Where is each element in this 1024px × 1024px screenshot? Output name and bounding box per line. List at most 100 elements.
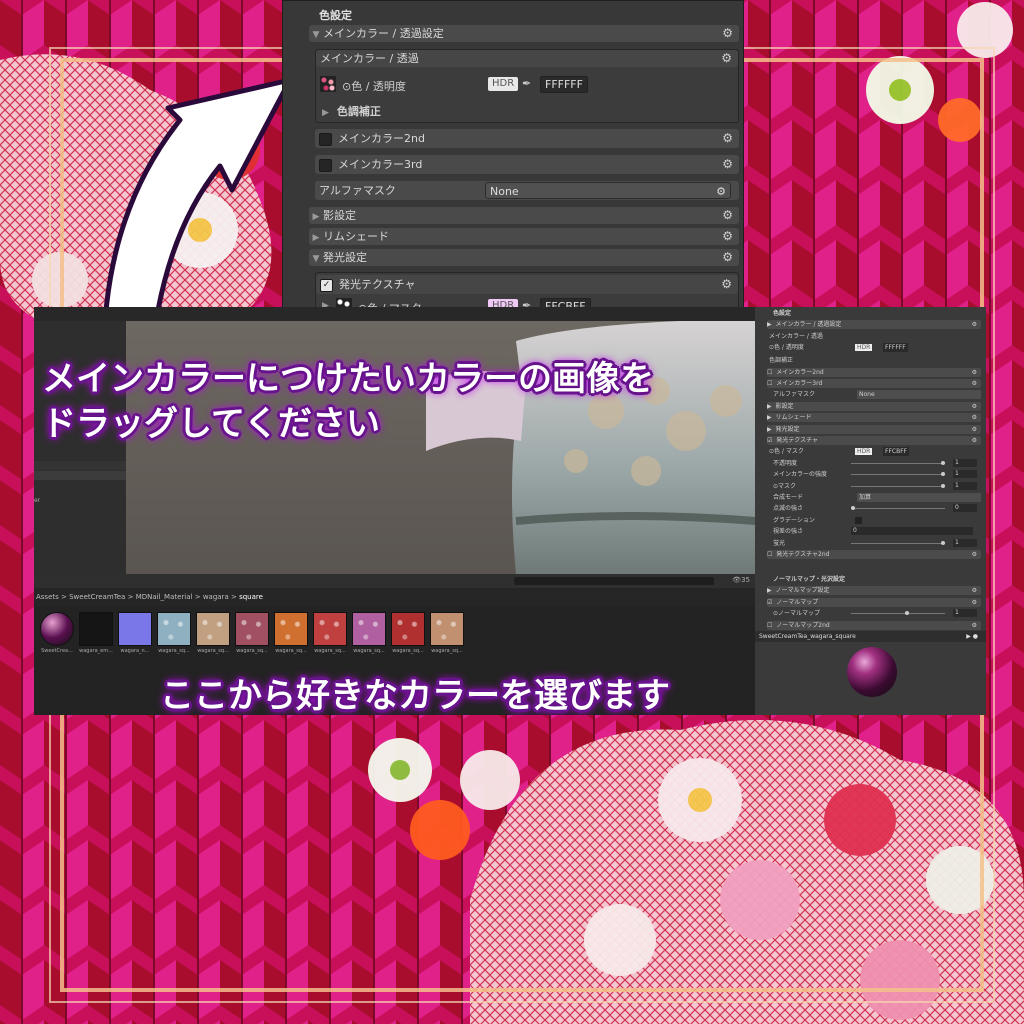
inspector-row[interactable]: ☑ 発光テクスチャ ⚙: [767, 436, 981, 445]
main-color-3rd-row[interactable]: メインカラー3rd ⚙: [315, 155, 739, 174]
inspector-row[interactable]: ☑ ノーマルマップ ⚙: [767, 597, 981, 607]
breadcrumb-item[interactable]: Assets: [36, 593, 59, 601]
slider-track[interactable]: [851, 611, 945, 616]
color-correction-row[interactable]: ▶ 色調補正: [322, 103, 381, 119]
inspector-row[interactable]: ☐ 発光テクスチャ2nd ⚙: [767, 550, 981, 559]
inspector-row[interactable]: ☐ メインカラー2nd ⚙: [767, 367, 981, 377]
inspector-row[interactable]: 点滅の強さ 0: [767, 504, 981, 513]
asset-thumbnail[interactable]: wagara_sq...: [313, 612, 347, 654]
inspector-row[interactable]: ▶ メインカラー / 透過設定 ⚙: [767, 320, 981, 330]
inspector-row[interactable]: 視差の強さ 0: [767, 527, 981, 536]
inspector-row[interactable]: メインカラー / 透過: [767, 332, 981, 341]
gear-icon[interactable]: ⚙: [972, 436, 977, 445]
hex-field[interactable]: FFFFFF: [883, 343, 908, 353]
material-preview-sphere[interactable]: [847, 647, 897, 697]
slider-knob[interactable]: [851, 506, 855, 511]
breadcrumb-item[interactable]: MDNail_Material: [136, 593, 193, 601]
emission-settings-header[interactable]: ▼ 発光設定 ⚙: [309, 249, 739, 266]
inspector-row[interactable]: ☐ ノーマルマップ2nd ⚙: [767, 620, 981, 630]
main-color-hex-field[interactable]: FFFFFF: [540, 76, 588, 93]
inspector-row[interactable]: グラデーション: [767, 516, 981, 525]
main-color-2nd-checkbox[interactable]: [319, 132, 332, 146]
slider-knob[interactable]: [941, 460, 945, 465]
hdr-color-swatch[interactable]: HDR: [855, 344, 873, 352]
gear-icon[interactable]: ⚙: [722, 25, 733, 42]
breadcrumb-item[interactable]: square: [239, 593, 263, 601]
main-color-3rd-checkbox[interactable]: [319, 158, 332, 172]
value-field[interactable]: 1: [953, 609, 977, 618]
gear-icon[interactable]: ⚙: [972, 368, 977, 377]
dropdown[interactable]: None: [857, 390, 981, 400]
main-color-2nd-row[interactable]: メインカラー2nd ⚙: [315, 129, 739, 148]
gear-icon[interactable]: ⚙: [972, 379, 977, 388]
slider-track[interactable]: [851, 483, 945, 488]
asset-thumbnail[interactable]: wagara_n...: [118, 612, 152, 654]
gear-icon[interactable]: ⚙: [722, 155, 733, 174]
inspector-row[interactable]: 不透明度 1: [767, 458, 981, 468]
slider-track[interactable]: [851, 506, 945, 511]
hex-field[interactable]: FFCBFF: [883, 447, 910, 457]
value-field[interactable]: 1: [953, 458, 977, 467]
breadcrumb-item[interactable]: SweetCreamTea: [69, 593, 125, 601]
value-field[interactable]: 1: [953, 470, 977, 479]
rim-shade-header[interactable]: ▶ リムシェード ⚙: [309, 228, 739, 245]
asset-thumbnail[interactable]: wagara_em...: [79, 612, 113, 654]
inspector-row[interactable]: アルファマスク None: [767, 390, 981, 400]
inspector-row[interactable]: ▶ 影設定 ⚙: [767, 401, 981, 411]
inspector-row[interactable]: ☐ メインカラー3rd ⚙: [767, 379, 981, 388]
alpha-mask-dropdown[interactable]: None ⚙: [485, 182, 731, 199]
breadcrumb-item[interactable]: wagara: [203, 593, 229, 601]
asset-thumbnail[interactable]: wagara_sq...: [430, 612, 464, 654]
asset-thumbnail[interactable]: wagara_sq...: [196, 612, 230, 654]
value-field[interactable]: 0: [953, 504, 977, 513]
gear-icon[interactable]: ⚙: [972, 586, 977, 595]
gear-icon[interactable]: ⚙: [722, 228, 733, 245]
gear-icon[interactable]: ⚙: [716, 183, 726, 200]
gear-icon[interactable]: ⚙: [972, 402, 977, 411]
hierarchy-row[interactable]: [34, 471, 126, 480]
slider-track[interactable]: [851, 472, 945, 477]
main-texture-thumbnail[interactable]: [320, 76, 336, 92]
gradation-checkbox[interactable]: [855, 516, 862, 524]
gear-icon[interactable]: ⚙: [722, 129, 733, 148]
gear-icon[interactable]: ⚙: [721, 275, 732, 294]
value-field[interactable]: 1: [953, 538, 977, 547]
gear-icon[interactable]: ⚙: [972, 621, 977, 630]
slider-track[interactable]: [851, 460, 945, 465]
emission-texture-header[interactable]: ✓ 発光テクスチャ ⚙: [316, 275, 738, 294]
dropdown[interactable]: 加算: [857, 493, 981, 502]
inspector-row[interactable]: ▶ ノーマルマップ設定 ⚙: [767, 586, 981, 596]
asset-thumbnail[interactable]: wagara_sq...: [274, 612, 308, 654]
shadow-settings-header[interactable]: ▶ 影設定 ⚙: [309, 207, 739, 224]
gear-icon[interactable]: ⚙: [972, 550, 977, 559]
asset-thumbnail[interactable]: wagara_sq...: [157, 612, 191, 654]
gear-icon[interactable]: ⚙: [721, 50, 732, 67]
slider-track[interactable]: [851, 540, 945, 545]
gear-icon[interactable]: ⚙: [972, 425, 977, 434]
hdr-color-swatch[interactable]: HDR: [855, 448, 873, 456]
inspector-row[interactable]: 合成モード 加算: [767, 493, 981, 502]
inspector-row[interactable]: ⊙色 / 透明度 HDR FFFFFF: [767, 343, 981, 353]
slider-knob[interactable]: [905, 611, 909, 616]
main-color-box-header[interactable]: メインカラー / 透過 ⚙: [316, 50, 738, 67]
hdr-color-swatch[interactable]: HDR: [488, 77, 519, 91]
inspector-row[interactable]: ▶ 発光設定 ⚙: [767, 424, 981, 434]
main-color-transparency-header[interactable]: ▼ メインカラー / 透過設定 ⚙: [309, 25, 739, 42]
inspector-row[interactable]: 蛍光 1: [767, 538, 981, 548]
inspector-row[interactable]: ⊙色 / マスク HDR FFCBFF: [767, 447, 981, 457]
inspector-row[interactable]: ⊙マスク 1: [767, 481, 981, 491]
emission-texture-checkbox[interactable]: ✓: [320, 278, 333, 292]
slider-knob[interactable]: [941, 472, 945, 477]
play-icon[interactable]: ▶ ●: [966, 631, 978, 642]
asset-thumbnail[interactable]: SweetCrea...: [40, 612, 74, 654]
asset-thumbnail[interactable]: wagara_sq...: [235, 612, 269, 654]
inspector-row[interactable]: ▶ リムシェード ⚙: [767, 413, 981, 423]
gear-icon[interactable]: ⚙: [972, 598, 977, 607]
inspector-row[interactable]: メインカラーの強度 1: [767, 470, 981, 479]
value-field[interactable]: 1: [953, 481, 977, 490]
slider-knob[interactable]: [941, 540, 945, 545]
eyedropper-icon[interactable]: ✒: [522, 77, 531, 90]
asset-thumbnail[interactable]: wagara_sq...: [391, 612, 425, 654]
gear-icon[interactable]: ⚙: [972, 320, 977, 329]
slider-knob[interactable]: [941, 483, 945, 488]
